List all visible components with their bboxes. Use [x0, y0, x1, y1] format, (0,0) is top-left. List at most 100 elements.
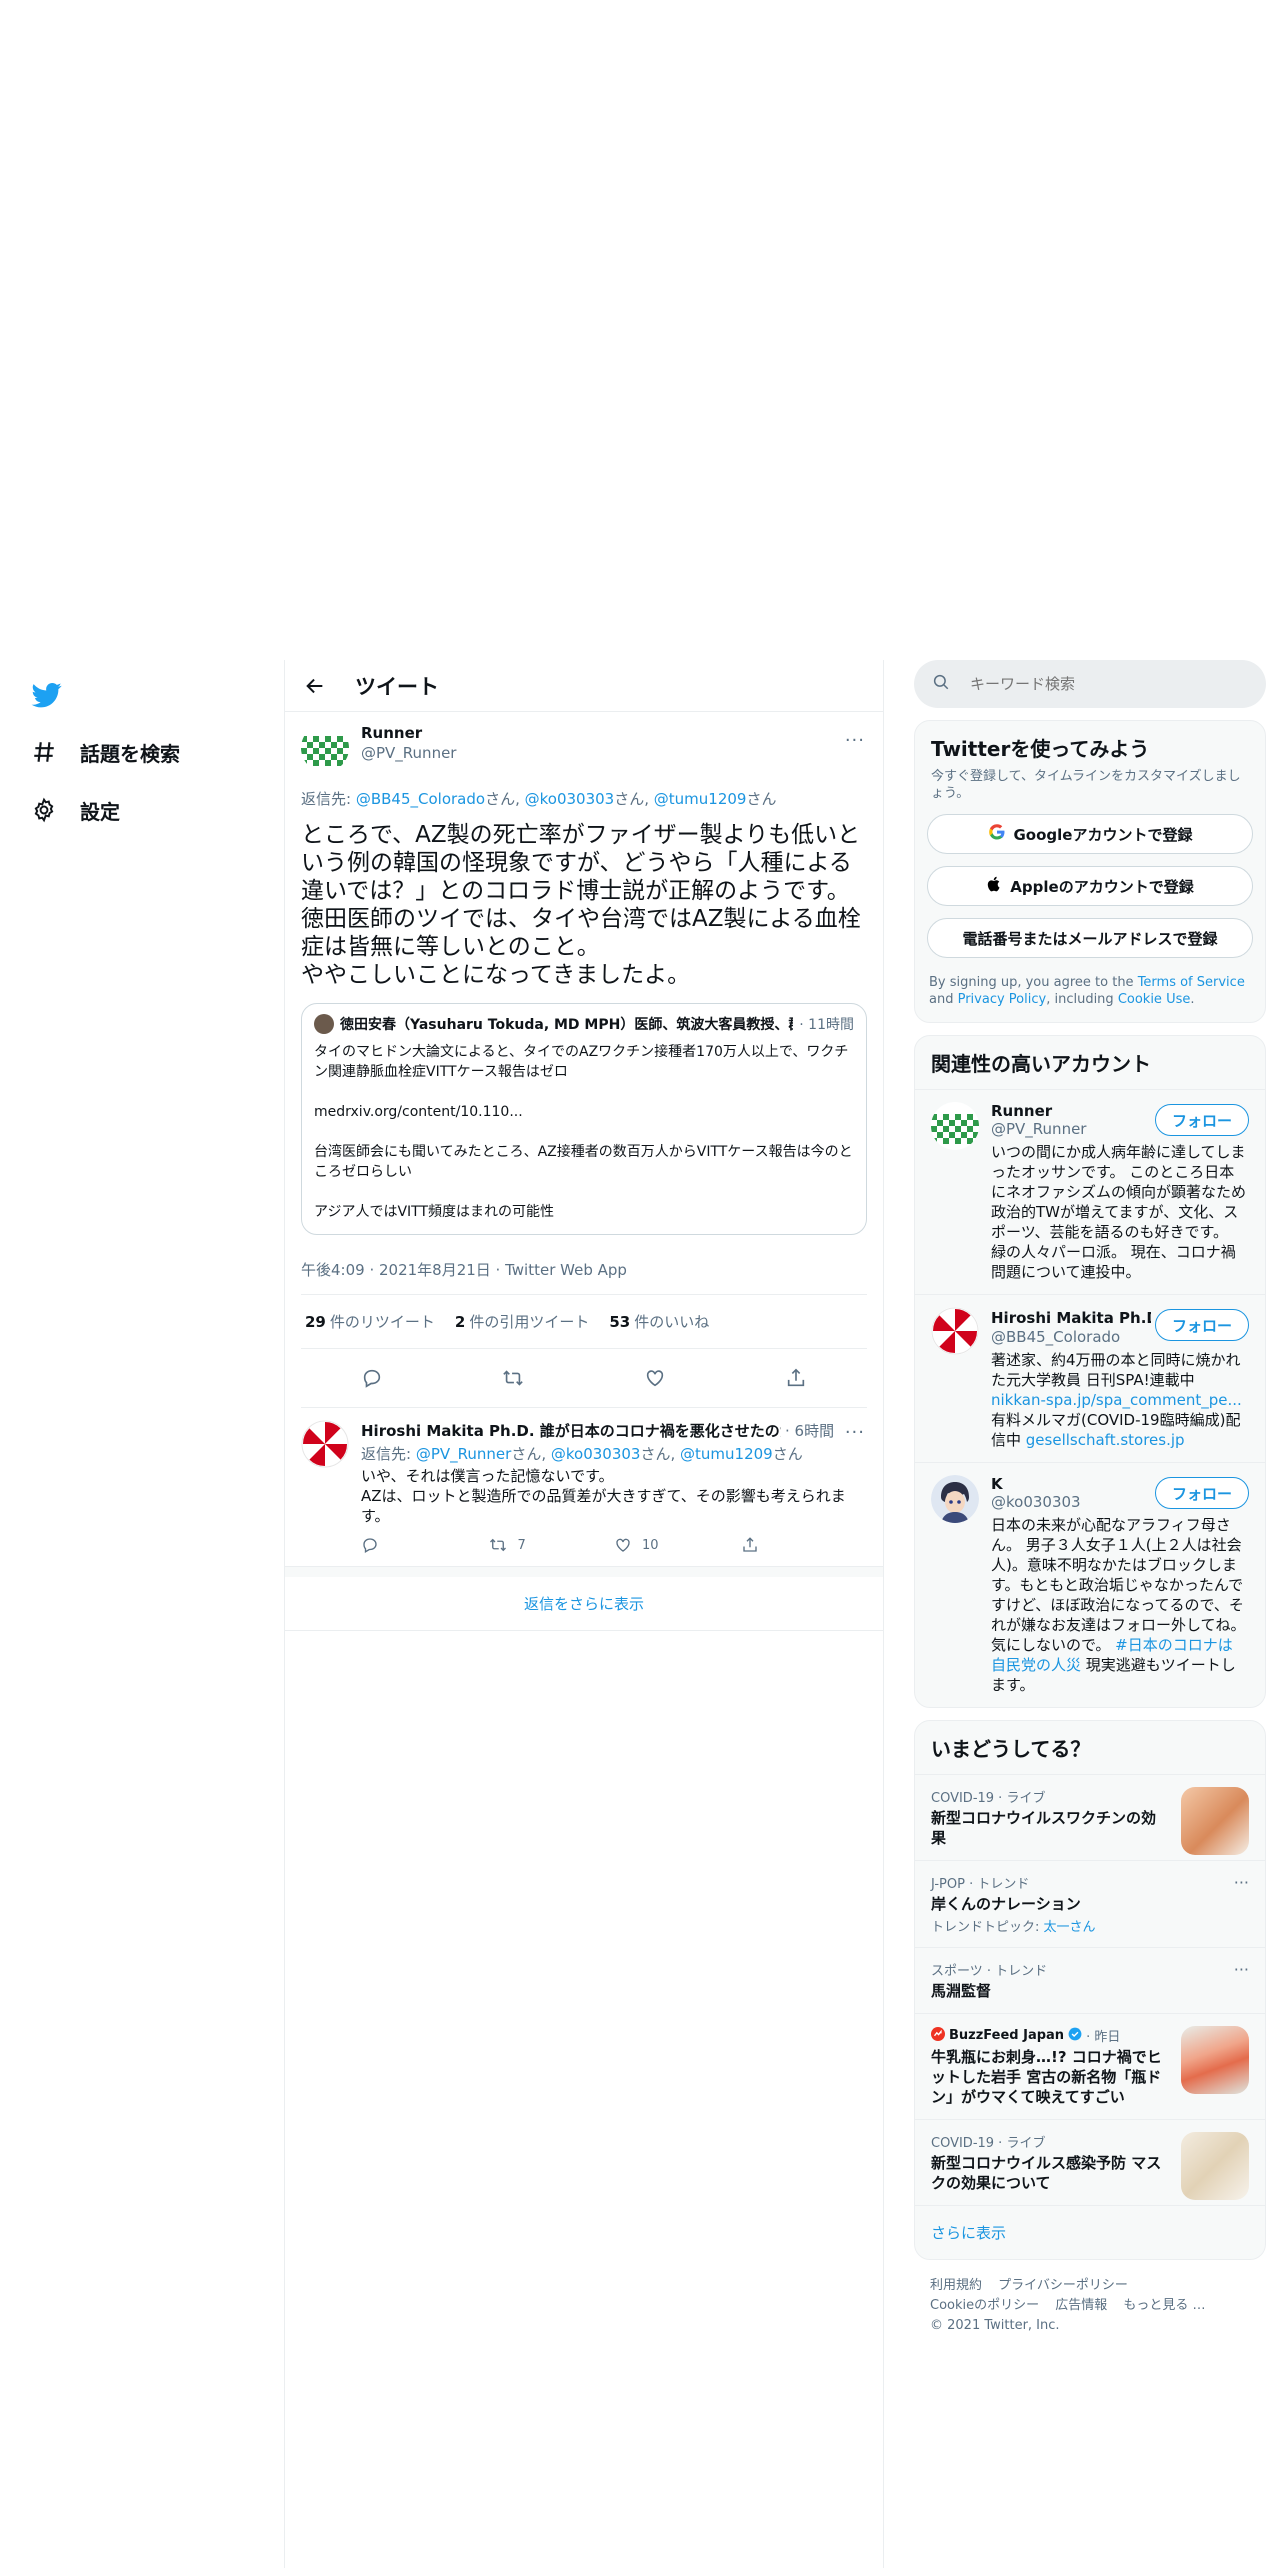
reply-like-button[interactable]: 10	[614, 1536, 741, 1554]
retweet-icon[interactable]	[496, 1361, 530, 1395]
bio-link[interactable]: nikkan-spa.jp/spa_comment_pe...	[991, 1391, 1242, 1409]
related-accounts-card: 関連性の高いアカウント Runner @PV_Runner いつの間にか成人病年…	[914, 1035, 1266, 1708]
likes-label: 件のいいね	[634, 1313, 710, 1331]
trend-item[interactable]: J-POP · トレンド 岸くんのナレーション トレンドトピック: 太一さん ·…	[915, 1860, 1265, 1947]
retweets-stat[interactable]: 29 件のリツイート	[305, 1311, 435, 1332]
avatar[interactable]	[301, 1420, 349, 1468]
apple-signup-button[interactable]: Appleのアカウントで登録	[927, 866, 1253, 906]
quotes-stat[interactable]: 2 件の引用ツイート	[455, 1311, 589, 1332]
reply-share-button[interactable]	[741, 1536, 868, 1554]
like-icon[interactable]	[638, 1361, 672, 1395]
reply-to-prefix: 返信先:	[361, 1445, 416, 1463]
trend-item[interactable]: COVID-19 · ライブ 新型コロナウイルスワクチンの効果	[915, 1774, 1265, 1860]
follow-button[interactable]: フォロー	[1154, 1104, 1249, 1136]
trend-subtopic-link[interactable]: 太一さん	[1044, 1920, 1096, 1935]
retweets-label: 件のリツイート	[329, 1313, 435, 1331]
more-options-icon[interactable]: ···	[845, 1422, 865, 1443]
page-header: ツイート	[285, 660, 883, 712]
trend-item[interactable]: COVID-19 · ライブ 新型コロナウイルス感染予防 マスクの効果について	[915, 2119, 1265, 2205]
trend-title: 岸くんのナレーション	[931, 1895, 1081, 1913]
right-sidebar: Twitterを使ってみよう 今すぐ登録して、タイムラインをカスタマイズしましょ…	[914, 660, 1266, 2352]
mention-link[interactable]: @ko030303	[525, 790, 615, 808]
show-more-replies-button[interactable]: 返信をさらに表示	[285, 1567, 883, 1631]
mention-link[interactable]: @PV_Runner	[416, 1445, 511, 1463]
reply-retweet-count: 7	[517, 1537, 526, 1553]
trend-item[interactable]: BuzzFeed Japan · 昨日 牛乳瓶にお刺身…!? コロナ禍でヒットし…	[915, 2013, 1265, 2119]
footer-link-ads[interactable]: 広告情報	[1055, 2298, 1107, 2313]
signup-title: Twitterを使ってみよう	[931, 737, 1150, 761]
trends-show-more-link[interactable]: さらに表示	[915, 2205, 1265, 2259]
share-icon[interactable]	[779, 1361, 813, 1395]
follow-button[interactable]: フォロー	[1154, 1477, 1249, 1509]
account-name[interactable]: Runner	[991, 1102, 1151, 1120]
account-name[interactable]: K	[991, 1475, 1151, 1493]
apple-signup-label: Appleのアカウントで登録	[1010, 877, 1194, 896]
tweet-actions	[301, 1349, 867, 1408]
avatar[interactable]	[931, 1307, 979, 1355]
likes-stat[interactable]: 53 件のいいね	[609, 1311, 709, 1332]
privacy-link[interactable]: Privacy Policy	[958, 992, 1047, 1007]
twitter-logo-icon[interactable]	[30, 680, 64, 710]
trend-meta: スポーツ · トレンド	[931, 1964, 1048, 1979]
trend-title: 牛乳瓶にお刺身…!? コロナ禍でヒットした岩手 宮古の新名物「瓶ドン」がウマくて…	[931, 2048, 1162, 2106]
mention-link[interactable]: @BB45_Colorado	[356, 790, 485, 808]
mention-link[interactable]: @ko030303	[551, 1445, 641, 1463]
related-account[interactable]: Hiroshi Makita Ph.D. 誰 @BB45_Colorado 著述…	[915, 1294, 1265, 1462]
quotes-label: 件の引用ツイート	[469, 1313, 590, 1331]
avatar[interactable]	[931, 1102, 979, 1150]
reply-reply-button[interactable]	[361, 1536, 488, 1554]
nav-explore-label: 話題を検索	[80, 741, 180, 766]
nav-explore[interactable]: 話題を検索	[30, 732, 180, 772]
related-account[interactable]: Runner @PV_Runner いつの間にか成人病年齢に達してしまったオッサ…	[915, 1089, 1265, 1294]
quoted-time: · 11時間	[799, 1017, 854, 1033]
footer-link-terms[interactable]: 利用規約	[930, 2278, 982, 2293]
author-handle[interactable]: @PV_Runner	[361, 744, 456, 762]
more-options-icon[interactable]: ···	[845, 730, 865, 751]
footer-link-more[interactable]: もっと見る …	[1123, 2298, 1205, 2313]
back-arrow-icon[interactable]	[303, 674, 327, 698]
quoted-tweet[interactable]: 徳田安春（Yasuharu Tokuda, MD MPH）医師、筑波大客員教授、…	[301, 1003, 867, 1235]
reply-tweet[interactable]: Hiroshi Makita Ph.D. 誰が日本のコロナ禍を悪化させたのか・誰…	[285, 1408, 883, 1567]
signup-card: Twitterを使ってみよう 今すぐ登録して、タイムラインをカスタマイズしましょ…	[914, 720, 1266, 1023]
author-name[interactable]: Runner	[361, 724, 456, 742]
more-options-icon[interactable]: ···	[1234, 1873, 1249, 1892]
avatar[interactable]	[931, 1475, 979, 1523]
retweet-icon	[489, 1538, 506, 1552]
reply-author-name[interactable]: Hiroshi Makita Ph.D. 誰が日本のコロナ禍を悪化させたのか・誰…	[361, 1420, 781, 1441]
reply-time[interactable]: · 6時間	[785, 1420, 834, 1441]
account-name[interactable]: Hiroshi Makita Ph.D. 誰	[991, 1307, 1151, 1328]
trend-item[interactable]: スポーツ · トレンド 馬淵監督 ···	[915, 1947, 1265, 2013]
reply-retweet-button[interactable]: 7	[488, 1536, 615, 1554]
avatar[interactable]	[301, 724, 349, 772]
reply-icon[interactable]	[355, 1361, 389, 1395]
trend-source: BuzzFeed Japan	[949, 2028, 1065, 2043]
mention-link[interactable]: @tumu1209	[680, 1445, 773, 1463]
follow-button[interactable]: フォロー	[1154, 1309, 1249, 1341]
quoted-text: タイのマヒドン大論文によると、タイでのAZワクチン接種者170万人以上で、ワクチ…	[314, 1044, 853, 1220]
nav-settings[interactable]: 設定	[30, 790, 120, 830]
footer-link-privacy[interactable]: プライバシーポリシー	[998, 2278, 1128, 2293]
reply-to-line: 返信先: @PV_Runnerさん, @ko030303さん, @tumu120…	[361, 1445, 803, 1463]
search-input[interactable]	[970, 675, 1210, 693]
cookie-link[interactable]: Cookie Use	[1118, 992, 1191, 1007]
search-bar[interactable]	[914, 660, 1266, 708]
more-options-icon[interactable]: ···	[1234, 1960, 1249, 1979]
trend-thumbnail	[1181, 2132, 1249, 2200]
related-account[interactable]: K @ko030303 日本の未来が心配なアラフィフ母さん。 男子３人女子１人(…	[915, 1462, 1265, 1707]
tweet-text: ところで、AZ製の死亡率がファイザー製よりも低いという例の韓国の怪現象ですが、ど…	[301, 822, 861, 988]
mention-suffix: さん	[614, 790, 645, 808]
like-icon	[616, 1538, 630, 1552]
phone-email-signup-label: 電話番号またはメールアドレスで登録	[962, 929, 1218, 948]
legal-text: , including	[1046, 992, 1118, 1007]
terms-link[interactable]: Terms of Service	[1138, 975, 1245, 990]
phone-email-signup-button[interactable]: 電話番号またはメールアドレスで登録	[927, 918, 1253, 958]
tweet-timestamp[interactable]: 午後4:09 · 2021年8月21日 · Twitter Web App	[301, 1259, 867, 1295]
footer-link-cookie[interactable]: Cookieのポリシー	[930, 2298, 1039, 2313]
bio-link[interactable]: gesellschaft.stores.jp	[1026, 1431, 1185, 1449]
trend-subtopic: トレンドトピック: 太一さん	[931, 1916, 1249, 1935]
mention-link[interactable]: @tumu1209	[654, 790, 747, 808]
google-signup-button[interactable]: Googleアカウントで登録	[927, 814, 1253, 854]
likes-count: 53	[609, 1313, 631, 1331]
share-icon	[742, 1537, 757, 1552]
legal-text: By signing up, you agree to the	[929, 975, 1138, 990]
